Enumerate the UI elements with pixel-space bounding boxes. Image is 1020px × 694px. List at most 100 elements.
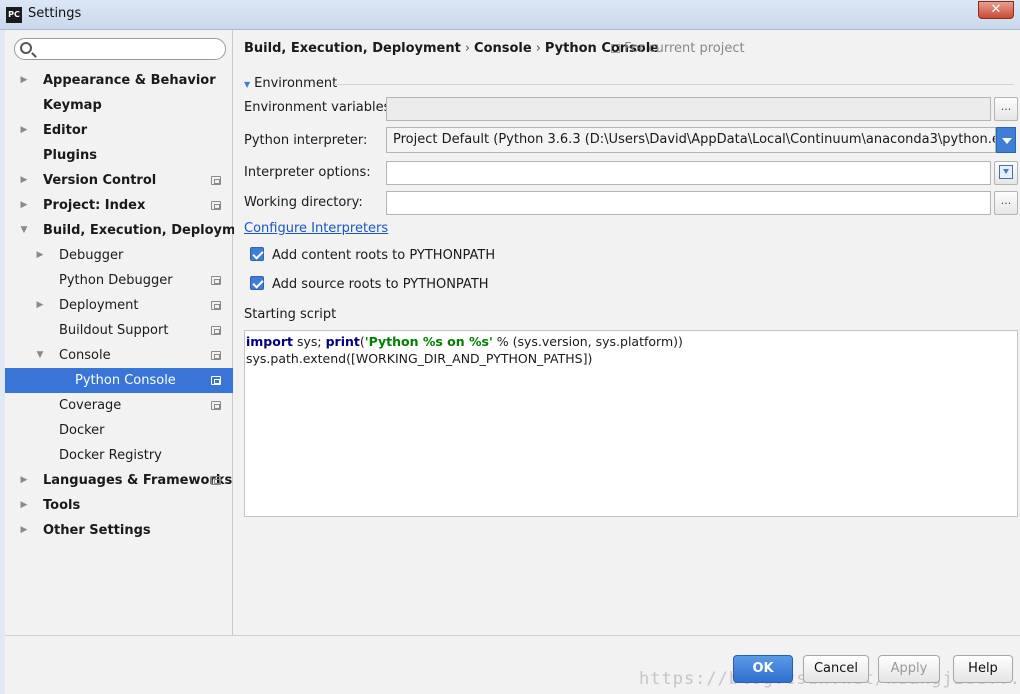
settings-sidebar: ▶ Appearance & Behavior Keymap ▶ Editor Plugi… [5,30,260,635]
chevron-down-icon[interactable]: ▼ [18,218,30,243]
apply-button[interactable]: Apply [878,655,940,683]
chevron-down-icon[interactable]: ▼ [34,343,46,368]
sidebar-item-plugins[interactable]: Plugins [5,143,233,168]
project-scope-icon [211,176,221,185]
sidebar-item-label: Editor [43,123,88,138]
project-scope-icon [611,44,620,53]
env-vars-label: Environment variables: [244,100,395,115]
interpreter-options-field[interactable] [386,161,991,185]
sidebar-item-label: Appearance & Behavior [43,73,216,88]
sidebar-item-label: Version Control [43,173,157,188]
sidebar-item-deployment[interactable]: ▶ Deployment [5,293,233,318]
string-literal: 'Python %s on %s' [364,334,493,349]
chevron-right-icon[interactable]: ▶ [18,168,30,193]
configure-interpreters-link[interactable]: Configure Interpreters [244,221,388,236]
breadcrumb-build: Build, Execution, Deployment [244,41,461,56]
interpreter-label: Python interpreter: [244,133,368,148]
sidebar-item-languages-frameworks[interactable]: ▶ Languages & Frameworks [5,468,233,493]
sidebar-item-label: Deployment [59,298,139,313]
settings-search-input[interactable] [14,38,226,60]
sidebar-item-debugger[interactable]: ▶ Debugger [5,243,233,268]
project-scope-icon [211,476,221,485]
environment-section-title: Environment [254,76,338,91]
interpreter-options-label: Interpreter options: [244,165,371,180]
source-roots-option[interactable]: Add source roots to PYTHONPATH [250,276,489,292]
sidebar-item-docker[interactable]: Docker [5,418,233,443]
env-vars-field[interactable] [386,97,991,121]
pycharm-app-icon: PC [6,7,22,23]
sidebar-item-label: Project: Index [43,198,146,213]
sidebar-item-label: Plugins [43,148,97,163]
settings-tree: ▶ Appearance & Behavior Keymap ▶ Editor Plugi… [5,68,260,543]
project-scope-icon [211,401,221,410]
cancel-button[interactable]: Cancel [803,655,869,683]
source-roots-checkbox[interactable] [250,276,264,290]
chevron-right-icon[interactable]: ▶ [18,68,30,93]
breadcrumb: Build, Execution, Deployment › Console › Pyt… [244,41,659,56]
chevron-right-icon[interactable]: ▶ [18,518,30,543]
chevron-right-icon[interactable]: ▶ [34,293,46,318]
chevron-right-icon[interactable]: ▶ [34,243,46,268]
code-text: sys; [293,334,326,349]
ok-button[interactable]: OK [733,655,793,683]
project-scope-icon [211,201,221,210]
sidebar-item-label: Build, Execution, Deployment [43,223,260,238]
environment-section-header[interactable]: ▼ Environment [244,76,337,91]
sidebar-item-project-index[interactable]: ▶ Project: Index [5,193,233,218]
code-text: % (sys.version, sys.platform)) [492,334,683,349]
breadcrumb-separator: › [464,41,471,56]
sidebar-item-keymap[interactable]: Keymap [5,93,233,118]
working-directory-field[interactable] [386,191,991,215]
sidebar-item-label: Other Settings [43,523,151,538]
sidebar-item-console[interactable]: ▼ Console [5,343,233,368]
help-button[interactable]: Help [953,655,1013,683]
starting-script-editor[interactable]: import sys; print('Python %s on %s' % (s… [244,330,1018,517]
chevron-right-icon[interactable]: ▶ [18,493,30,518]
window-close-button[interactable]: ✕ [978,1,1014,19]
sidebar-item-label: Python Debugger [59,273,173,288]
breadcrumb-console: Console [474,41,532,56]
sidebar-item-python-console[interactable]: Python Console [5,368,233,393]
sidebar-item-editor[interactable]: ▶ Editor [5,118,233,143]
project-scope-icon [211,376,221,385]
expand-field-icon [999,165,1013,179]
dialog-button-bar: https://blog.csdn.net/huangjide... OK Ca… [5,635,1020,694]
working-directory-browse-button[interactable]: ... [994,191,1018,215]
expand-options-button[interactable] [994,161,1018,185]
window-title: Settings [28,6,82,21]
settings-content: Build, Execution, Deployment › Console › Pyt… [234,30,1020,635]
chevron-right-icon[interactable]: ▶ [18,468,30,493]
sidebar-item-other-settings[interactable]: ▶ Other Settings [5,518,233,543]
collapse-triangle-icon: ▼ [244,80,251,89]
sidebar-item-label: Buildout Support [59,323,169,338]
sidebar-item-coverage[interactable]: Coverage [5,393,233,418]
chevron-right-icon[interactable]: ▶ [18,118,30,143]
keyword-print: print [325,334,360,349]
breadcrumb-separator: › [535,41,541,56]
project-scope-icon [211,326,221,335]
sidebar-item-appearance-behavior[interactable]: ▶ Appearance & Behavior [5,68,233,93]
chevron-right-icon[interactable]: ▶ [18,193,30,218]
content-roots-option[interactable]: Add content roots to PYTHONPATH [250,247,495,263]
sidebar-item-buildout-support[interactable]: Buildout Support [5,318,233,343]
sidebar-item-label: Tools [43,498,81,513]
env-vars-browse-button[interactable]: ... [994,97,1018,121]
sidebar-item-label: Coverage [59,398,122,413]
sidebar-item-label: Keymap [43,98,102,113]
project-scope-icon [211,301,221,310]
chevron-down-icon[interactable] [996,127,1016,153]
project-scope-label: For current project [624,41,745,56]
interpreter-select[interactable]: Project Default (Python 3.6.3 (D:\Users\… [386,127,996,153]
sidebar-item-label: Docker [59,423,105,438]
section-divider [334,84,1014,85]
sidebar-item-version-control[interactable]: ▶ Version Control [5,168,233,193]
source-roots-label: Add source roots to PYTHONPATH [272,277,489,292]
content-roots-checkbox[interactable] [250,247,264,261]
project-scope-icon [211,276,221,285]
sidebar-item-label: Debugger [59,248,124,263]
sidebar-item-tools[interactable]: ▶ Tools [5,493,233,518]
keyword-import: import [246,334,293,349]
sidebar-item-docker-registry[interactable]: Docker Registry [5,443,233,468]
sidebar-item-python-debugger[interactable]: Python Debugger [5,268,233,293]
sidebar-item-build-execution-deployment[interactable]: ▼ Build, Execution, Deployment [5,218,260,243]
